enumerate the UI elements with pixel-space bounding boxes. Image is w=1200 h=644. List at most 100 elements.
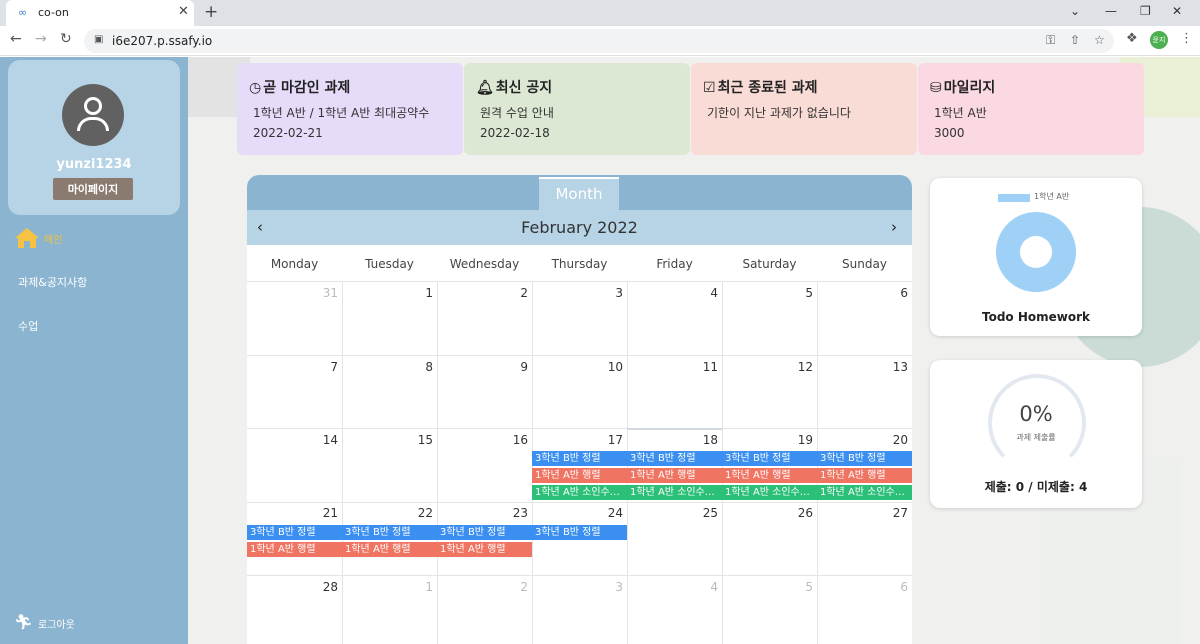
day-number[interactable]: 17 bbox=[535, 433, 623, 447]
calendar-event[interactable]: 3학년 B반 정렬 bbox=[532, 525, 627, 540]
card-title-text: 곧 마감인 과제 bbox=[263, 80, 351, 96]
day-number[interactable]: 14 bbox=[250, 433, 338, 447]
logout-link[interactable]: 로그아웃 bbox=[38, 616, 75, 631]
browser-toolbar: ← → ↻ ▣ i6e207.p.ssafy.io ⚿ ⇧ ☆ ❖ 윤지 ⋮ bbox=[0, 26, 1200, 56]
day-number[interactable]: 24 bbox=[535, 506, 623, 520]
calendar-event[interactable]: 3학년 B반 정렬 bbox=[532, 451, 627, 466]
restore-icon[interactable]: ❐ bbox=[1140, 4, 1151, 18]
lock-icon[interactable]: ▣ bbox=[94, 34, 103, 45]
mileage-card[interactable]: ⛁ 마일리지 1학년 A반 3000 bbox=[918, 63, 1144, 155]
calendar-event[interactable]: 1학년 A반 행렬 bbox=[627, 468, 722, 483]
calendar-event[interactable]: 3학년 B반 정렬 bbox=[342, 525, 437, 540]
due-soon-card[interactable]: ◷ 곧 마감인 과제 1학년 A반 / 1학년 A반 최대공약수 2022-02-… bbox=[237, 63, 463, 155]
latest-notice-card[interactable]: 🔔︎ 최신 공지 원격 수업 안내 2022-02-18 bbox=[464, 63, 690, 155]
back-icon[interactable]: ← bbox=[10, 31, 22, 47]
day-number[interactable]: 9 bbox=[440, 360, 528, 374]
day-number[interactable]: 1 bbox=[345, 286, 433, 300]
day-number[interactable]: 28 bbox=[250, 580, 338, 594]
bookmark-star-icon[interactable]: ☆ bbox=[1094, 33, 1105, 47]
day-number[interactable]: 6 bbox=[820, 580, 908, 594]
day-number[interactable]: 1 bbox=[345, 580, 433, 594]
card-title: ⛁ 마일리지 bbox=[930, 77, 995, 97]
calendar-event[interactable]: 1학년 A반 소인수… bbox=[532, 485, 627, 500]
calendar-event[interactable]: 3학년 B반 정렬 bbox=[817, 451, 912, 466]
day-number[interactable]: 23 bbox=[440, 506, 528, 520]
calendar-event[interactable]: 1학년 A반 소인수… bbox=[817, 485, 912, 500]
calendar-event[interactable]: 1학년 A반 행렬 bbox=[722, 468, 817, 483]
day-number[interactable]: 21 bbox=[250, 506, 338, 520]
day-number[interactable]: 7 bbox=[250, 360, 338, 374]
day-number[interactable]: 19 bbox=[725, 433, 813, 447]
tab-search-icon[interactable]: ⌄ bbox=[1070, 4, 1080, 18]
day-number[interactable]: 10 bbox=[535, 360, 623, 374]
share-icon[interactable]: ⇧ bbox=[1070, 33, 1080, 47]
calendar-week-divider bbox=[247, 355, 912, 356]
close-window-icon[interactable]: ✕ bbox=[1172, 4, 1182, 18]
day-number[interactable]: 2 bbox=[440, 286, 528, 300]
next-month-icon[interactable]: › bbox=[891, 218, 897, 236]
calendar-event[interactable]: 1학년 A반 행렬 bbox=[437, 542, 532, 557]
clock-icon: ◷ bbox=[249, 80, 262, 96]
day-number[interactable]: 20 bbox=[820, 433, 908, 447]
card-title: 🔔︎ 최신 공지 bbox=[476, 77, 552, 97]
calendar-event[interactable]: 3학년 B반 정렬 bbox=[247, 525, 342, 540]
day-number[interactable]: 31 bbox=[250, 286, 338, 300]
profile-card: yunzi1234 마이페이지 bbox=[8, 60, 180, 215]
day-number[interactable]: 22 bbox=[345, 506, 433, 520]
day-number[interactable]: 12 bbox=[725, 360, 813, 374]
bell-icon: 🔔︎ bbox=[476, 80, 494, 96]
minimize-icon[interactable]: — bbox=[1105, 4, 1117, 18]
mypage-button[interactable]: 마이페이지 bbox=[53, 178, 133, 200]
card-title-text: 최근 종료된 과제 bbox=[717, 80, 818, 96]
day-number[interactable]: 5 bbox=[725, 286, 813, 300]
day-number[interactable]: 11 bbox=[630, 360, 718, 374]
key-icon[interactable]: ⚿ bbox=[1046, 33, 1055, 48]
day-number[interactable]: 4 bbox=[630, 580, 718, 594]
browser-tab[interactable]: ∞ co-on ✕ bbox=[6, 0, 194, 26]
calendar-event[interactable]: 1학년 A반 행렬 bbox=[342, 542, 437, 557]
calendar-event[interactable]: 1학년 A반 행렬 bbox=[817, 468, 912, 483]
recently-closed-card[interactable]: ☑ 최근 종료된 과제 기한이 지난 과제가 없습니다 bbox=[691, 63, 917, 155]
legend-swatch[interactable] bbox=[998, 194, 1030, 202]
sidebar-item-main[interactable]: 메인 bbox=[44, 231, 62, 246]
forward-icon[interactable]: → bbox=[35, 31, 47, 47]
calendar-month-title: February 2022 bbox=[521, 218, 638, 237]
calendar-event[interactable]: 1학년 A반 행렬 bbox=[247, 542, 342, 557]
reload-icon[interactable]: ↻ bbox=[60, 31, 72, 47]
day-number[interactable]: 3 bbox=[535, 580, 623, 594]
card-title: ☑ 최근 종료된 과제 bbox=[703, 77, 817, 97]
day-number[interactable]: 8 bbox=[345, 360, 433, 374]
extensions-icon[interactable]: ❖ bbox=[1126, 31, 1138, 46]
close-tab-icon[interactable]: ✕ bbox=[178, 4, 189, 19]
calendar-event[interactable]: 1학년 A반 행렬 bbox=[532, 468, 627, 483]
day-number[interactable]: 3 bbox=[535, 286, 623, 300]
day-number[interactable]: 6 bbox=[820, 286, 908, 300]
day-number[interactable]: 25 bbox=[630, 506, 718, 520]
running-person-icon[interactable]: 🏃︎ bbox=[14, 613, 33, 631]
new-tab-icon[interactable]: + bbox=[204, 2, 218, 22]
day-number[interactable]: 15 bbox=[345, 433, 433, 447]
sidebar-item-assignments-notices[interactable]: 과제&공지사항 bbox=[18, 274, 87, 290]
day-number[interactable]: 16 bbox=[440, 433, 528, 447]
day-number[interactable]: 18 bbox=[630, 433, 718, 447]
home-icon[interactable] bbox=[14, 227, 40, 249]
calendar-event[interactable]: 3학년 B반 정렬 bbox=[437, 525, 532, 540]
calendar-event[interactable]: 1학년 A반 소인수… bbox=[627, 485, 722, 500]
calendar-event[interactable]: 3학년 B반 정렬 bbox=[627, 451, 722, 466]
donut-slice[interactable] bbox=[996, 212, 1076, 292]
day-number[interactable]: 4 bbox=[630, 286, 718, 300]
tab-month[interactable]: Month bbox=[539, 177, 619, 210]
calendar-event[interactable]: 3학년 B반 정렬 bbox=[722, 451, 817, 466]
card-title-text: 마일리지 bbox=[943, 80, 996, 96]
profile-avatar[interactable]: 윤지 bbox=[1150, 31, 1168, 49]
day-number[interactable]: 26 bbox=[725, 506, 813, 520]
day-number[interactable]: 5 bbox=[725, 580, 813, 594]
address-bar[interactable]: ▣ i6e207.p.ssafy.io ⚿ ⇧ ☆ bbox=[84, 29, 1114, 53]
todo-homework-widget: 1학년 A반 Todo Homework bbox=[930, 178, 1142, 336]
sidebar-item-classes[interactable]: 수업 bbox=[18, 318, 38, 334]
day-number[interactable]: 13 bbox=[820, 360, 908, 374]
more-menu-icon[interactable]: ⋮ bbox=[1180, 31, 1193, 46]
day-number[interactable]: 27 bbox=[820, 506, 908, 520]
day-number[interactable]: 2 bbox=[440, 580, 528, 594]
calendar-event[interactable]: 1학년 A반 소인수… bbox=[722, 485, 817, 500]
